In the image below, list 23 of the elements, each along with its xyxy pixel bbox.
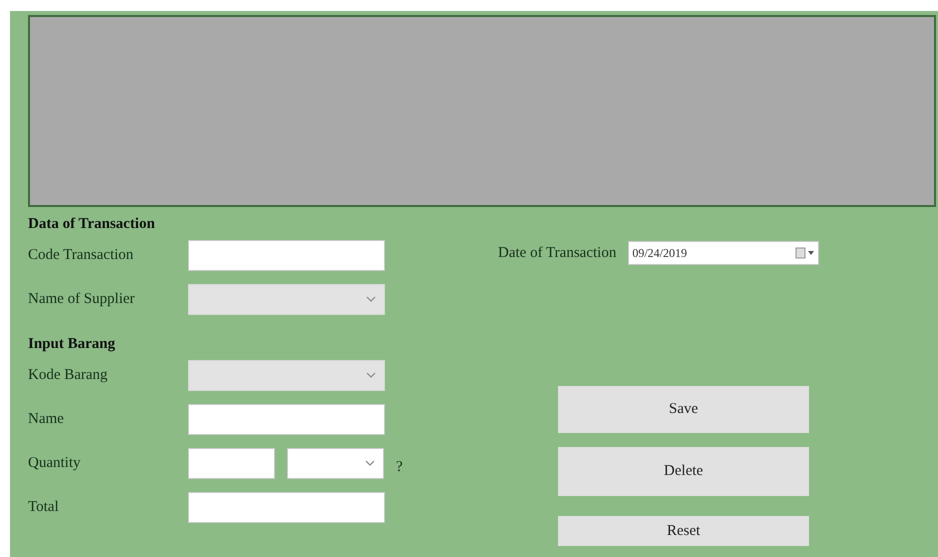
reset-button[interactable]: Reset [558, 516, 809, 546]
field-label: Code Transaction [28, 246, 134, 265]
section-heading: Input Barang [28, 335, 116, 353]
quantity-field[interactable] [188, 448, 275, 478]
calendar-icon [795, 247, 816, 259]
field-label: Quantity [28, 454, 82, 473]
field-label: Total [28, 498, 60, 517]
delete-button[interactable]: Delete [558, 447, 809, 496]
field-label: Name of Supplier [28, 290, 136, 309]
text-field[interactable] [188, 404, 385, 434]
chevron-down-icon [365, 460, 375, 466]
field-label: Kode Barang [28, 366, 109, 385]
section-heading: Data of Transaction [28, 215, 156, 233]
text-field[interactable] [188, 492, 385, 522]
chevron-down-icon [366, 372, 376, 378]
help-text: ? [396, 458, 403, 477]
field-label: Date of Transaction [498, 244, 616, 263]
text-field[interactable] [188, 240, 385, 270]
dropdown-field[interactable] [287, 448, 384, 478]
chevron-down-icon [366, 296, 376, 302]
save-button[interactable]: Save [558, 386, 809, 433]
field-label: Name [28, 410, 65, 429]
date-field[interactable]: 09/24/2019 [628, 241, 820, 265]
